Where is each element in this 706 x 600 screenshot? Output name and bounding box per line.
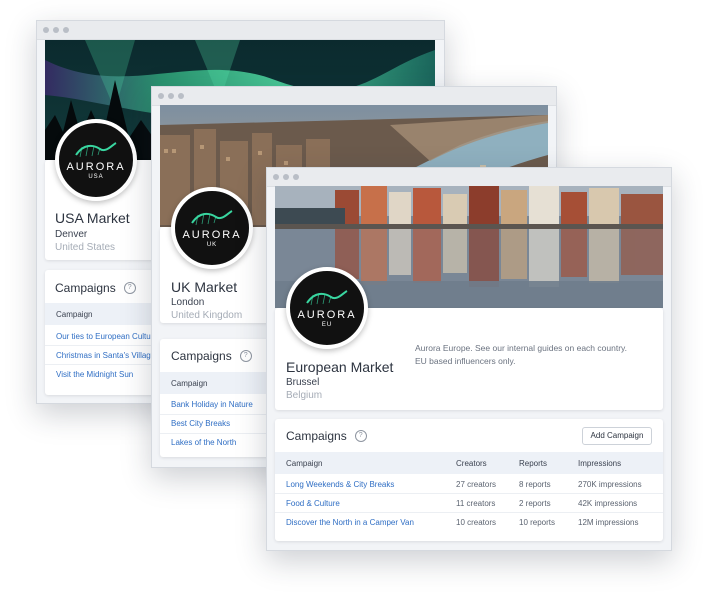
logo-wordmark: AURORA — [297, 308, 357, 321]
campaign-link[interactable]: Our ties to European Culture — [56, 332, 158, 341]
column-header-creators: Creators — [456, 459, 487, 468]
add-campaign-button[interactable]: Add Campaign — [582, 427, 652, 445]
eu-logo-avatar: AURORA EU — [286, 267, 368, 349]
market-city: Denver — [55, 229, 88, 240]
campaigns-title: Campaigns — [286, 429, 347, 443]
creators-cell: 10 creators — [456, 518, 497, 527]
window-dot — [43, 27, 49, 33]
aurora-logo-icon — [306, 289, 348, 305]
window-dot — [178, 93, 184, 99]
row-divider — [275, 493, 663, 494]
table-header: Campaign Creators Reports Impressions — [275, 452, 663, 474]
market-title: USA Market — [55, 210, 130, 226]
campaign-link[interactable]: Bank Holiday in Nature — [171, 400, 253, 409]
help-icon[interactable]: ? — [123, 282, 136, 294]
window-titlebar — [37, 21, 444, 40]
campaigns-heading: Campaigns ? — [171, 349, 252, 363]
impressions-cell: 42K impressions — [578, 499, 638, 508]
window-dot — [63, 27, 69, 33]
logo-region: UK — [206, 241, 218, 248]
campaign-link[interactable]: Christmas in Santa's Village — [56, 351, 155, 360]
eu-market-window: AURORA EU European Market Brussel Belgiu… — [266, 167, 672, 551]
market-city: Brussel — [286, 377, 320, 388]
window-titlebar — [267, 168, 671, 187]
market-title: UK Market — [171, 279, 238, 295]
impressions-cell: 12M impressions — [578, 518, 639, 527]
window-dot — [53, 27, 59, 33]
market-country: United Kingdom — [171, 310, 243, 321]
campaign-link[interactable]: Best City Breaks — [171, 419, 230, 428]
logo-region: USA — [88, 173, 104, 180]
window-titlebar — [152, 87, 556, 106]
market-description: Aurora Europe. See our internal guides o… — [415, 343, 628, 366]
help-icon[interactable]: ? — [354, 430, 367, 442]
campaign-link[interactable]: Discover the North in a Camper Van — [286, 518, 414, 527]
usa-logo-avatar: AURORA USA — [55, 119, 137, 201]
logo-wordmark: AURORA — [182, 228, 242, 241]
market-city: London — [171, 297, 205, 308]
logo-region: EU — [321, 321, 333, 328]
market-country: Belgium — [286, 390, 323, 401]
campaign-link[interactable]: Food & Culture — [286, 499, 340, 508]
reports-cell: 10 reports — [519, 518, 556, 527]
campaign-link[interactable]: Lakes of the North — [171, 438, 236, 447]
window-dot — [283, 174, 289, 180]
window-dot — [158, 93, 164, 99]
aurora-logo-icon — [75, 141, 117, 157]
window-dot — [293, 174, 299, 180]
logo-wordmark: AURORA — [66, 160, 126, 173]
reports-cell: 8 reports — [519, 480, 551, 489]
column-header-campaign: Campaign — [286, 459, 323, 468]
campaigns-heading: Campaigns ? — [286, 429, 367, 443]
window-dot — [168, 93, 174, 99]
column-header-impressions: Impressions — [578, 459, 622, 468]
campaigns-heading: Campaigns ? — [55, 281, 136, 295]
uk-logo-avatar: AURORA UK — [171, 187, 253, 269]
campaigns-title: Campaigns — [171, 349, 232, 363]
reports-cell: 2 reports — [519, 499, 551, 508]
column-header-campaign: Campaign — [56, 310, 93, 319]
creators-cell: 27 creators — [456, 480, 497, 489]
creators-cell: 11 creators — [456, 499, 496, 508]
help-icon[interactable]: ? — [239, 350, 252, 362]
row-divider — [275, 512, 663, 513]
campaigns-title: Campaigns — [55, 281, 116, 295]
column-header-reports: Reports — [519, 459, 548, 468]
impressions-cell: 270K impressions — [578, 480, 642, 489]
campaign-link[interactable]: Long Weekends & City Breaks — [286, 480, 394, 489]
column-header-campaign: Campaign — [171, 379, 208, 388]
campaign-link[interactable]: Visit the Midnight Sun — [56, 370, 133, 379]
market-country: United States — [55, 242, 116, 253]
aurora-logo-icon — [191, 209, 233, 225]
market-title: European Market — [286, 359, 394, 375]
window-dot — [273, 174, 279, 180]
